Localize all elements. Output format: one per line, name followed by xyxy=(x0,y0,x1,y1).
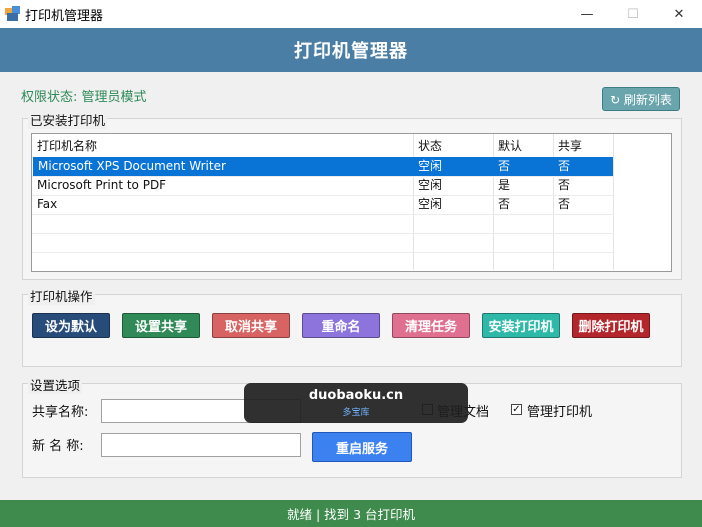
printer-name-cell: Microsoft XPS Document Writer xyxy=(33,157,413,176)
header-title: 打印机管理器 xyxy=(294,41,408,62)
new-name-label: 新 名 称: xyxy=(32,439,84,454)
manage-printer-checkbox[interactable]: ✓ xyxy=(511,404,522,415)
printer-operations-label: 打印机操作 xyxy=(28,286,95,305)
refresh-list-button[interactable]: ↻ 刷新列表 xyxy=(602,87,680,111)
clear-jobs-button[interactable]: 清理任务 xyxy=(392,313,470,338)
restart-service-button[interactable]: 重启服务 xyxy=(312,432,412,462)
share-name-label: 共享名称: xyxy=(32,405,89,420)
status-text: 就绪 | 找到 3 台打印机 xyxy=(286,507,416,522)
install-printer-button[interactable]: 安装打印机 xyxy=(482,313,560,338)
printer-status-cell: 空闲 xyxy=(418,197,443,211)
app-header: 打印机管理器 xyxy=(0,28,702,72)
permission-status: 权限状态: 管理员模式 xyxy=(21,90,147,105)
printer-shared-cell: 否 xyxy=(553,157,613,176)
column-header-name[interactable]: 打印机名称 xyxy=(32,135,413,157)
printer-name-cell[interactable]: Fax xyxy=(32,195,413,214)
watermark-subtext: 多宝库 xyxy=(342,408,370,418)
new-name-input[interactable] xyxy=(101,433,301,457)
minimize-button[interactable]: — xyxy=(564,0,610,28)
printer-list[interactable]: 打印机名称 状态 默认 共享 Microsoft XPS Document Wr… xyxy=(31,133,672,272)
printer-default-cell: 是 xyxy=(498,178,511,192)
printer-shared-cell: 否 xyxy=(558,197,571,211)
column-header-default[interactable]: 默认 xyxy=(493,135,553,157)
close-button[interactable]: ✕ xyxy=(656,0,702,28)
printer-shared-cell: 否 xyxy=(558,178,571,192)
printer-status-cell: 空闲 xyxy=(418,178,443,192)
maximize-button[interactable]: ☐ xyxy=(610,0,656,28)
settings-label: 设置选项 xyxy=(28,375,83,394)
cancel-share-button[interactable]: 取消共享 xyxy=(212,313,290,338)
printer-default-cell: 否 xyxy=(493,157,553,176)
status-bar: 就绪 | 找到 3 台打印机 xyxy=(0,500,702,527)
printer-app-icon xyxy=(5,6,20,21)
window-title: 打印机管理器 xyxy=(25,9,104,24)
watermark-overlay: duobaoku.cn 多宝库 xyxy=(244,383,468,423)
printer-default-cell: 否 xyxy=(498,197,511,211)
set-share-button[interactable]: 设置共享 xyxy=(122,313,200,338)
delete-printer-button[interactable]: 删除打印机 xyxy=(572,313,650,338)
watermark-text: duobaoku.cn xyxy=(308,388,404,403)
manage-printer-label: 管理打印机 xyxy=(527,405,593,420)
set-default-button[interactable]: 设为默认 xyxy=(32,313,110,338)
installed-printers-label: 已安装打印机 xyxy=(28,110,108,129)
column-header-shared[interactable]: 共享 xyxy=(553,135,613,157)
rename-button[interactable]: 重命名 xyxy=(302,313,380,338)
printer-status-cell: 空闲 xyxy=(413,157,493,176)
printer-name-cell[interactable]: Microsoft Print to PDF xyxy=(32,176,413,195)
column-header-status[interactable]: 状态 xyxy=(413,135,493,157)
